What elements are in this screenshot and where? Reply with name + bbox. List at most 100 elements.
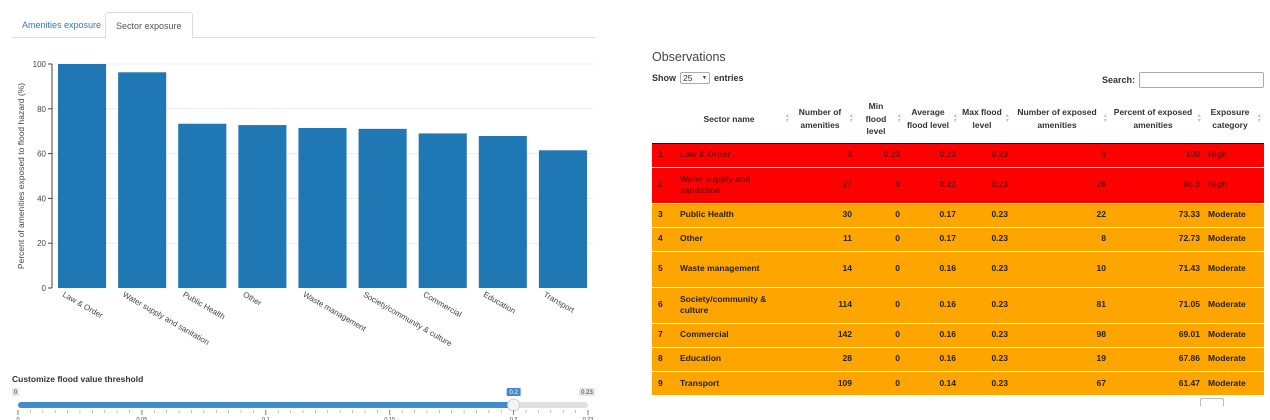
row-index: 5 bbox=[652, 250, 674, 287]
tab-sector-exposure[interactable]: Sector exposure bbox=[105, 12, 193, 39]
table-body: 1 Law & Order 3 0.23 0.23 0.23 3 100 High 2 Water … bbox=[652, 142, 1264, 395]
slider-value-label: 0.2 bbox=[509, 390, 518, 396]
max-flood-cell: 0.23 bbox=[960, 322, 1012, 347]
bar[interactable] bbox=[238, 125, 287, 288]
exposed-count-cell: 22 bbox=[1012, 202, 1110, 227]
row-index: 3 bbox=[652, 202, 674, 227]
header-label: Sector name bbox=[703, 113, 755, 124]
x-tick-label: Education bbox=[482, 290, 517, 316]
row-index: 7 bbox=[652, 322, 674, 347]
exposure-category-cell: Moderate bbox=[1204, 226, 1264, 251]
x-tick-label: Commercial bbox=[422, 290, 464, 319]
pagination-button[interactable] bbox=[1200, 398, 1224, 406]
row-index: 9 bbox=[652, 370, 674, 395]
bar[interactable] bbox=[538, 150, 587, 288]
avg-flood-cell: 0.14 bbox=[904, 370, 960, 395]
sector-name-cell: Other bbox=[674, 226, 792, 251]
entries-select[interactable]: 25 ▼ bbox=[680, 72, 710, 84]
min-flood-cell: 0 bbox=[856, 286, 904, 323]
left-panel: Amenities exposure Sector exposure 0 20 40… bbox=[12, 12, 595, 420]
exposed-count-cell: 8 bbox=[1012, 226, 1110, 251]
y-tick-label: 20 bbox=[37, 239, 46, 248]
exposure-category-cell: Moderate bbox=[1204, 202, 1264, 227]
table-row[interactable]: 8 Education 28 0 0.16 0.23 19 67.86 Moderate bbox=[652, 346, 1264, 371]
page-length-control: Show 25 ▼ entries bbox=[652, 72, 744, 84]
tab-amenities-exposure[interactable]: Amenities exposure bbox=[12, 12, 111, 38]
exposure-category-cell: High bbox=[1204, 166, 1264, 203]
table-row[interactable]: 5 Waste management 14 0 0.16 0.23 10 71.43 Moder… bbox=[652, 250, 1264, 287]
entries-value: 25 bbox=[683, 73, 693, 83]
avg-flood-cell: 0.16 bbox=[904, 346, 960, 371]
avg-flood-cell: 0.16 bbox=[904, 322, 960, 347]
min-flood-cell: 0 bbox=[856, 226, 904, 251]
header-percent-of-exposed-amenities[interactable]: Percent of exposed amenities ▲ ▼ bbox=[1110, 95, 1204, 144]
observations-panel: Observations Show 25 ▼ entries Search: S… bbox=[652, 50, 1264, 410]
row-index: 1 bbox=[652, 142, 674, 167]
row-index: 4 bbox=[652, 226, 674, 251]
exposure-category-cell: Moderate bbox=[1204, 286, 1264, 323]
exposed-count-cell: 10 bbox=[1012, 250, 1110, 287]
table-row[interactable]: 9 Transport 109 0 0.14 0.23 67 61.47 Moderate bbox=[652, 370, 1264, 395]
slider-title: Customize flood value threshold bbox=[12, 374, 144, 384]
exposure-category-cell: Moderate bbox=[1204, 370, 1264, 395]
bar[interactable] bbox=[178, 123, 227, 288]
amenities-count-cell: 28 bbox=[792, 346, 856, 371]
table-row[interactable]: 6 Society/community & culture 114 0 0.16 0.23… bbox=[652, 286, 1264, 323]
row-index: 6 bbox=[652, 286, 674, 323]
bar[interactable] bbox=[58, 64, 107, 288]
header-label: Max flood level bbox=[962, 107, 1002, 130]
header-sector-name[interactable]: Sector name ▲ ▼ bbox=[674, 95, 792, 144]
table-row[interactable]: 3 Public Health 30 0 0.17 0.23 22 73.33 Moderate bbox=[652, 202, 1264, 227]
header-label: Min flood level bbox=[865, 101, 887, 136]
header-average-flood-level[interactable]: Average flood level ▲ ▼ bbox=[904, 95, 960, 144]
amenities-count-cell: 142 bbox=[792, 322, 856, 347]
percent-exposed-cell: 100 bbox=[1110, 142, 1204, 167]
x-tick-label: Public Health bbox=[181, 290, 226, 321]
bar[interactable] bbox=[418, 133, 467, 288]
percent-exposed-cell: 73.33 bbox=[1110, 202, 1204, 227]
percent-exposed-cell: 69.01 bbox=[1110, 322, 1204, 347]
amenities-count-cell: 109 bbox=[792, 370, 856, 395]
bar[interactable] bbox=[118, 72, 167, 289]
avg-flood-cell: 0.16 bbox=[904, 250, 960, 287]
header-index[interactable] bbox=[652, 95, 674, 144]
table-row[interactable]: 2 Water supply and sanitation 27 0 0.22 0.23 2… bbox=[652, 166, 1264, 203]
slider-max-label: 0.23 bbox=[581, 390, 593, 396]
slider-handle[interactable] bbox=[507, 398, 521, 412]
sort-icon: ▲ ▼ bbox=[1256, 112, 1262, 124]
header-number-of-amenities[interactable]: Number of amenities ▲ ▼ bbox=[792, 95, 856, 144]
avg-flood-cell: 0.17 bbox=[904, 202, 960, 227]
row-index: 2 bbox=[652, 166, 674, 203]
header-exposure-category[interactable]: Exposure category ▲ ▼ bbox=[1204, 95, 1264, 144]
y-axis-label: Percent of amenities exposed to flood ha… bbox=[16, 83, 26, 269]
amenities-count-cell: 14 bbox=[792, 250, 856, 287]
table-row[interactable]: 1 Law & Order 3 0.23 0.23 0.23 3 100 High bbox=[652, 142, 1264, 167]
bar[interactable] bbox=[358, 128, 407, 288]
search-input[interactable] bbox=[1139, 72, 1264, 88]
table-row[interactable]: 4 Other 11 0 0.17 0.23 8 72.73 Moderate bbox=[652, 226, 1264, 251]
header-label: Average flood level bbox=[906, 107, 950, 130]
max-flood-cell: 0.23 bbox=[960, 250, 1012, 287]
bar[interactable] bbox=[298, 127, 347, 289]
header-max-flood-level[interactable]: Max flood level ▲ ▼ bbox=[960, 95, 1012, 144]
bar[interactable] bbox=[478, 135, 527, 288]
header-number-of-exposed-amenities[interactable]: Number of exposed amenities ▲ ▼ bbox=[1012, 95, 1110, 144]
header-label: Number of exposed amenities bbox=[1017, 107, 1097, 130]
exposure-category-cell: Moderate bbox=[1204, 250, 1264, 287]
sector-bar-chart: 0 20 40 60 80 100 Percent of amenities exposed… bbox=[12, 52, 595, 368]
exposed-count-cell: 3 bbox=[1012, 142, 1110, 167]
sector-name-cell: Commercial bbox=[674, 322, 792, 347]
flood-threshold-slider[interactable]: 0 0.23 0.2 0 0.05 0.1 0.15 0.2 0.23 bbox=[12, 388, 595, 420]
exposure-category-cell: High bbox=[1204, 142, 1264, 167]
x-tick-label: Transport bbox=[542, 290, 577, 315]
percent-exposed-cell: 71.05 bbox=[1110, 286, 1204, 323]
header-label: Percent of exposed amenities bbox=[1113, 107, 1193, 130]
amenities-count-cell: 27 bbox=[792, 166, 856, 203]
avg-flood-cell: 0.22 bbox=[904, 166, 960, 203]
min-flood-cell: 0 bbox=[856, 322, 904, 347]
x-tick-label: Law & Order bbox=[61, 290, 105, 320]
header-min-flood-level[interactable]: Min flood level ▲ ▼ bbox=[856, 95, 904, 144]
chevron-down-icon: ▼ bbox=[702, 75, 707, 81]
table-row[interactable]: 7 Commercial 142 0 0.16 0.23 98 69.01 Moderate bbox=[652, 322, 1264, 347]
avg-flood-cell: 0.17 bbox=[904, 226, 960, 251]
